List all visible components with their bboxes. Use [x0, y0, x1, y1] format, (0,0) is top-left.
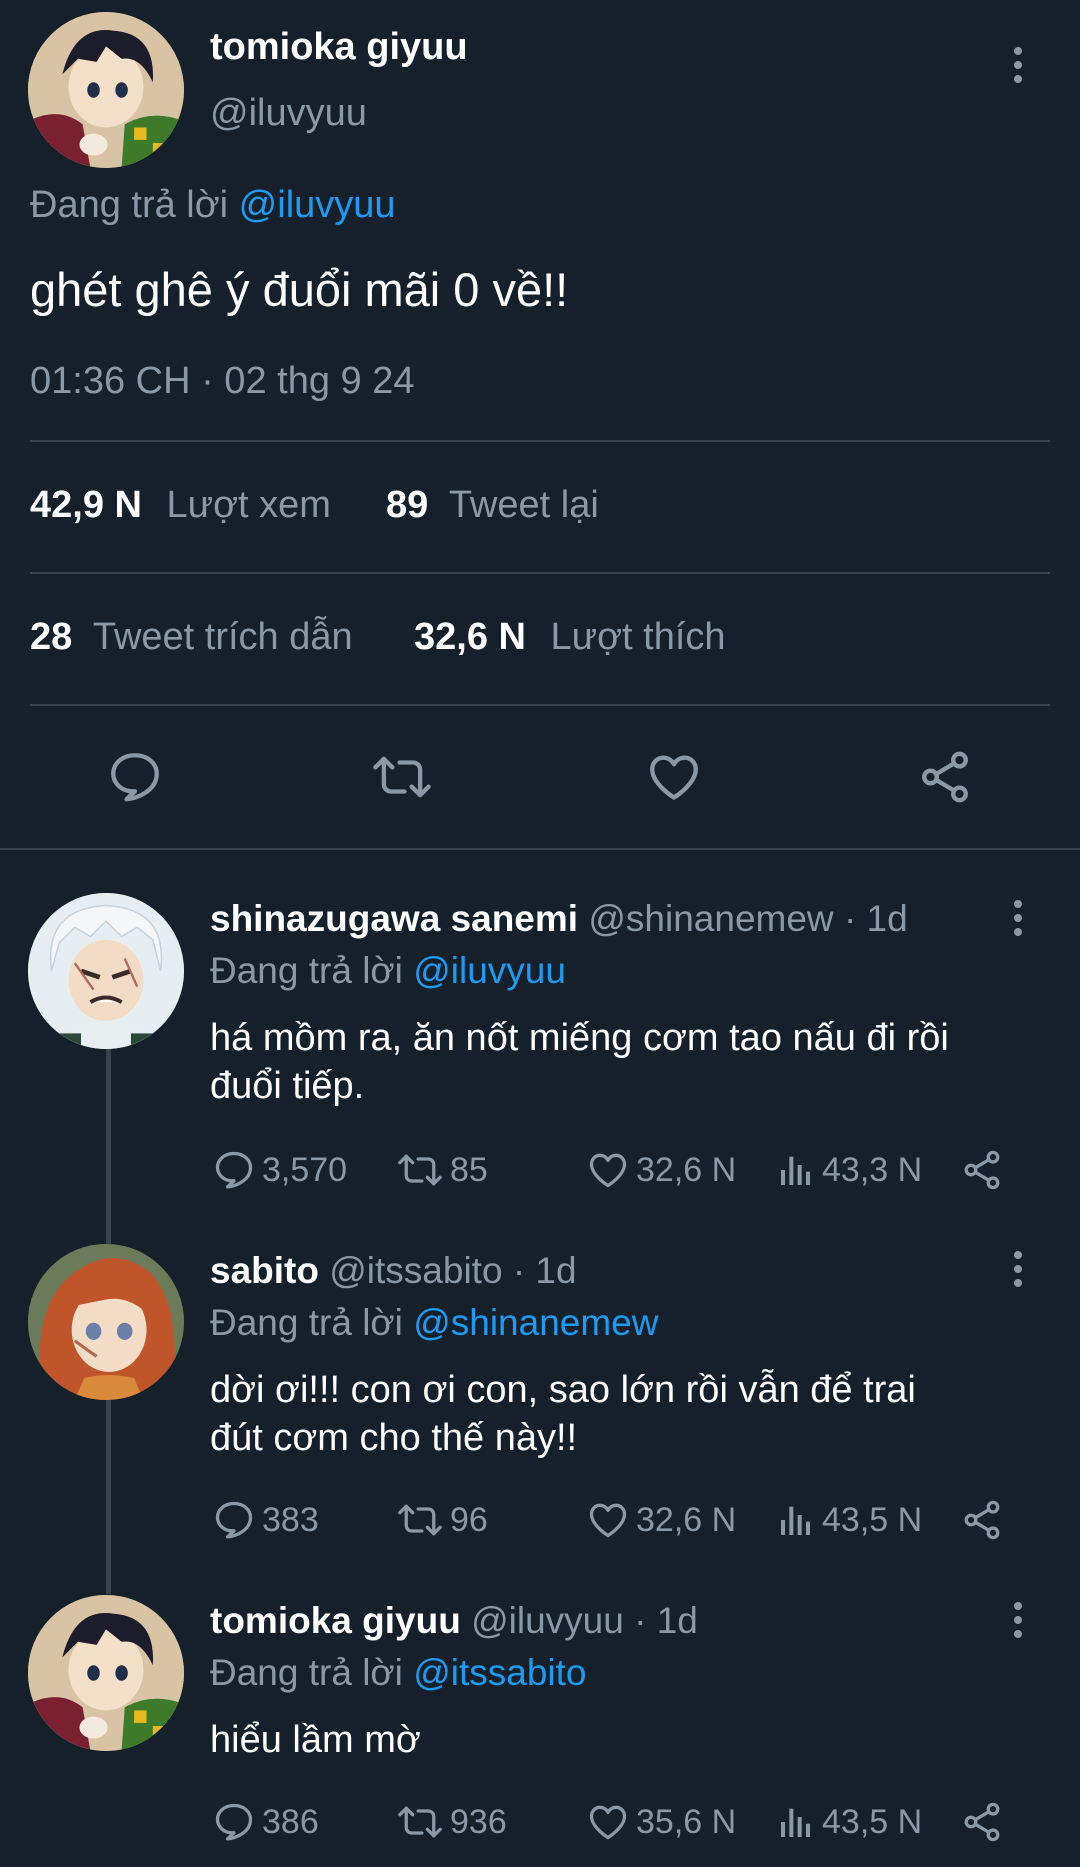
reply-header: tomioka giyuu @iluvyuu · 1d: [210, 1600, 698, 1642]
retweet-count[interactable]: 85: [396, 1148, 488, 1192]
reply-avatar[interactable]: [28, 1595, 184, 1751]
reply-header: sabito @itssabito · 1d: [210, 1250, 577, 1292]
retweet-count-value: 936: [450, 1802, 507, 1841]
retweets-label: Tweet lại: [448, 484, 599, 526]
reply-avatar[interactable]: [28, 1244, 184, 1400]
replying-to-link[interactable]: @iluvyuu: [413, 950, 566, 991]
reply-handle[interactable]: @itssabito: [329, 1250, 502, 1291]
main-display-name[interactable]: tomioka giyuu: [210, 26, 468, 69]
reply-text-line: hiểu lầm mờ: [210, 1719, 421, 1761]
reply-icon[interactable]: [106, 748, 164, 806]
likes-count: 32,6 N: [414, 616, 526, 658]
divider: [30, 440, 1050, 442]
reply-count[interactable]: 3,570: [212, 1148, 347, 1192]
reply-replying: Đang trả lời @iluvyuu: [210, 950, 566, 992]
share-icon[interactable]: [960, 1148, 1004, 1192]
reply-count-value: 3,570: [262, 1150, 348, 1189]
reply-count-value: 386: [262, 1802, 319, 1841]
thread-line: [106, 1398, 111, 1594]
reply-time[interactable]: · 1d: [513, 1250, 577, 1291]
views-count[interactable]: 43,5 N: [776, 1800, 922, 1844]
section-divider: [0, 848, 1080, 850]
main-timestamp[interactable]: 01:36 CH · 02 thg 9 24: [30, 360, 414, 403]
retweets-stat[interactable]: 89 Tweet lại: [386, 484, 599, 527]
reply-count-value: 383: [262, 1500, 319, 1539]
retweet-count-value: 85: [450, 1150, 488, 1189]
quotes-count: 28: [30, 616, 73, 658]
replying-to-link[interactable]: @shinanemew: [413, 1302, 658, 1343]
main-avatar[interactable]: [28, 12, 184, 168]
likes-label: Lượt thích: [550, 616, 726, 658]
reply-kebab-icon[interactable]: [998, 893, 1038, 943]
reply-kebab-icon[interactable]: [998, 1595, 1038, 1645]
reply-replying: Đang trả lời @itssabito: [210, 1652, 586, 1694]
views-count: 42,9 N: [30, 484, 142, 526]
like-count-value: 35,6 N: [636, 1802, 737, 1841]
divider: [30, 572, 1050, 574]
reply-text: há mồm ra, ăn nốt miếng cơm tao nấu đi r…: [210, 1014, 949, 1110]
views-count[interactable]: 43,3 N: [776, 1148, 922, 1192]
views-stat[interactable]: 42,9 N Lượt xem: [30, 484, 331, 527]
quotes-label: Tweet trích dẫn: [92, 616, 353, 658]
share-icon[interactable]: [960, 1800, 1004, 1844]
divider: [30, 704, 1050, 706]
reply-time[interactable]: · 1d: [634, 1600, 698, 1641]
reply-text-line: dời ơi!!! con ơi con, sao lớn rồi vẫn để…: [210, 1369, 916, 1411]
replying-prefix: Đang trả lời: [210, 950, 403, 991]
reply-display-name[interactable]: shinazugawa sanemi: [210, 898, 578, 939]
replying-prefix: Đang trả lời: [210, 1652, 403, 1693]
quotes-stat[interactable]: 28 Tweet trích dẫn: [30, 616, 353, 659]
reply-time[interactable]: · 1d: [844, 898, 908, 939]
main-replying: Đang trả lời @iluvyuu: [30, 184, 396, 227]
views-count-value: 43,5 N: [822, 1802, 923, 1841]
main-tweet-text: ghét ghê ý đuổi mãi 0 về!!: [30, 263, 569, 316]
views-count-value: 43,3 N: [822, 1150, 923, 1189]
reply-replying: Đang trả lời @shinanemew: [210, 1302, 658, 1344]
reply-kebab-icon[interactable]: [998, 1244, 1038, 1294]
retweets-count: 89: [386, 484, 429, 526]
reply-text: dời ơi!!! con ơi con, sao lớn rồi vẫn để…: [210, 1366, 916, 1462]
reply-handle[interactable]: @shinanemew: [588, 898, 833, 939]
replying-prefix: Đang trả lời: [210, 1302, 403, 1343]
reply-text: hiểu lầm mờ: [210, 1716, 421, 1764]
replying-prefix: Đang trả lời: [30, 184, 229, 226]
replying-to-link[interactable]: @itssabito: [413, 1652, 586, 1693]
replying-to-link[interactable]: @iluvyuu: [239, 184, 396, 226]
retweet-count-value: 96: [450, 1500, 488, 1539]
like-count[interactable]: 32,6 N: [586, 1148, 736, 1192]
reply-text-line: đuổi tiếp.: [210, 1065, 365, 1107]
reply-handle[interactable]: @iluvyuu: [471, 1600, 624, 1641]
reply-header: shinazugawa sanemi @shinanemew · 1d: [210, 898, 908, 940]
views-count-value: 43,5 N: [822, 1500, 923, 1539]
main-handle[interactable]: @iluvyuu: [210, 92, 367, 135]
reply-display-name[interactable]: tomioka giyuu: [210, 1600, 461, 1641]
reply-count[interactable]: 386: [212, 1800, 319, 1844]
like-count-value: 32,6 N: [636, 1500, 737, 1539]
like-count-value: 32,6 N: [636, 1150, 737, 1189]
main-kebab-icon[interactable]: [998, 40, 1038, 90]
views-count[interactable]: 43,5 N: [776, 1498, 922, 1542]
reply-display-name[interactable]: sabito: [210, 1250, 319, 1291]
reply-avatar[interactable]: [28, 893, 184, 1049]
reply-text-line: đút cơm cho thế này!!: [210, 1417, 578, 1459]
retweet-count[interactable]: 96: [396, 1498, 488, 1542]
like-icon[interactable]: [644, 748, 704, 806]
retweet-icon[interactable]: [370, 748, 434, 806]
likes-stat[interactable]: 32,6 N Lượt thích: [414, 616, 726, 659]
views-label: Lượt xem: [166, 484, 331, 526]
like-count[interactable]: 32,6 N: [586, 1498, 736, 1542]
retweet-count[interactable]: 936: [396, 1800, 507, 1844]
share-icon[interactable]: [960, 1498, 1004, 1542]
like-count[interactable]: 35,6 N: [586, 1800, 736, 1844]
share-icon[interactable]: [916, 748, 974, 806]
reply-text-line: há mồm ra, ăn nốt miếng cơm tao nấu đi r…: [210, 1017, 949, 1059]
reply-count[interactable]: 383: [212, 1498, 319, 1542]
